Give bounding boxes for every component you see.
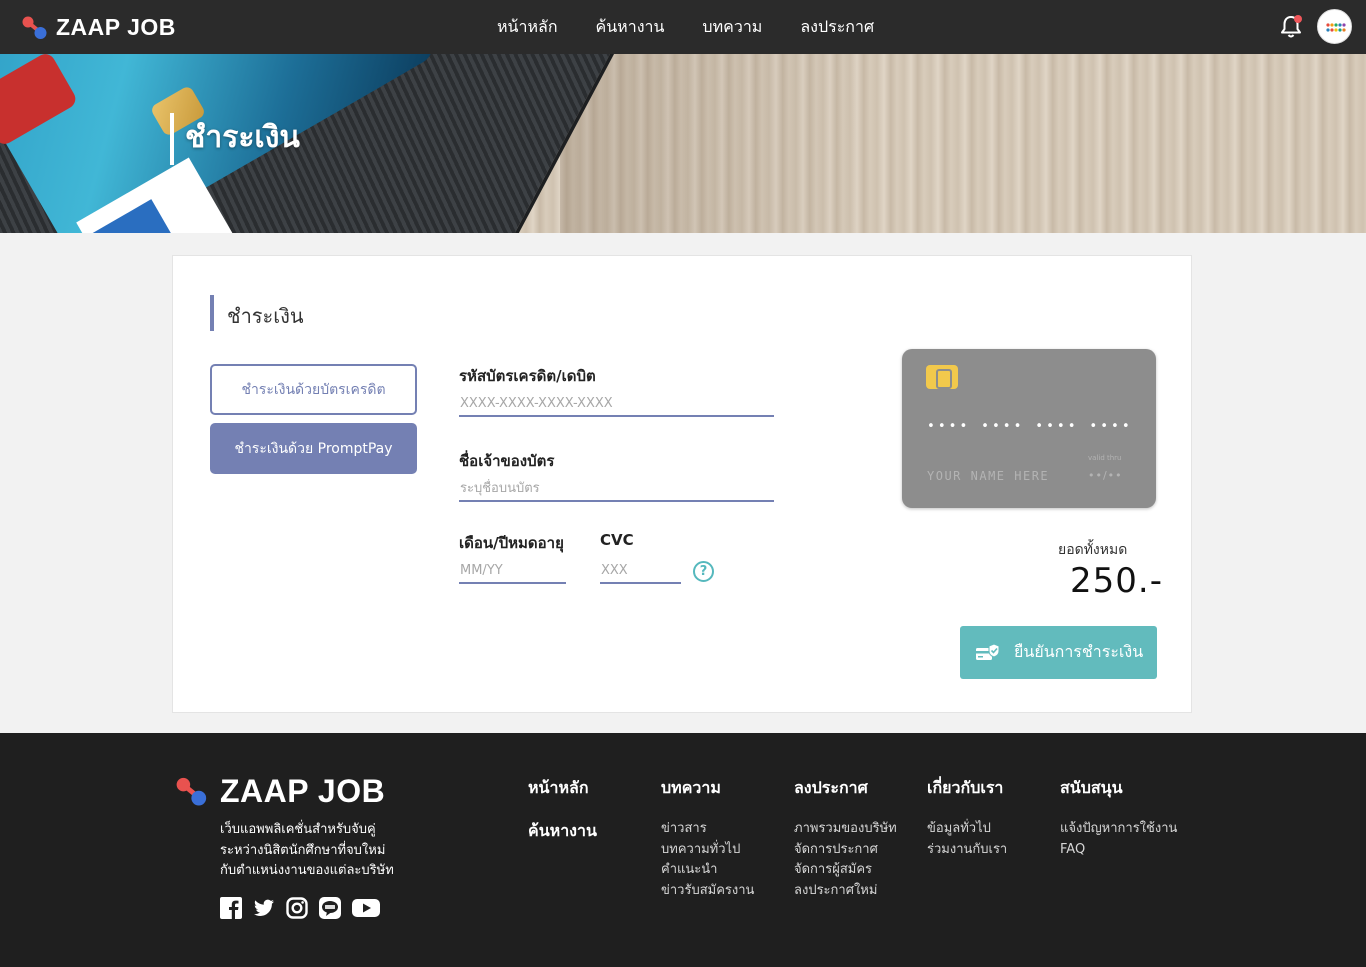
section-title-bar xyxy=(210,295,214,331)
footer-link[interactable]: จัดการประกาศ xyxy=(794,840,897,861)
footer-description: เว็บแอพพลิเคชั่นสำหรับจับคู่ ระหว่างนิสิ… xyxy=(220,820,450,882)
footer-brand[interactable]: ZAAP JOB xyxy=(176,773,385,810)
footer-link[interactable]: ภาพรวมของบริษัท xyxy=(794,819,897,840)
social-links xyxy=(220,897,391,919)
footer-col-main: หน้าหลัก ค้นหางาน xyxy=(528,776,597,862)
payment-shield-icon xyxy=(976,642,1000,660)
footer-col-heading[interactable]: บทความ xyxy=(661,776,754,801)
footer-col-articles: บทความ ข่าวสาร บทความทั่วไป คำแนะนำ ข่าว… xyxy=(661,776,754,901)
hero-banner: ชำระเงิน xyxy=(0,54,1366,233)
card-preview-valid: ••/•• xyxy=(1088,469,1123,482)
footer-col-about: เกี่ยวกับเรา ข้อมูลทั่วไป ร่วมงานกับเรา xyxy=(927,776,1007,860)
nav-item-articles[interactable]: บทความ xyxy=(702,15,762,40)
facebook-icon[interactable] xyxy=(220,897,242,919)
footer-link[interactable]: ข่าวสาร xyxy=(661,819,754,840)
cvc-label: CVC xyxy=(600,531,634,549)
zaap-logo-icon xyxy=(176,777,207,806)
total-label: ยอดทั้งหมด xyxy=(1058,542,1128,558)
footer-link-find-job[interactable]: ค้นหางาน xyxy=(528,819,597,844)
credit-card-preview: •••• •••• •••• •••• YOUR NAME HERE valid… xyxy=(902,349,1156,508)
card-number-label: รหัสบัตรเครดิต/เดบิต xyxy=(459,367,596,385)
footer-brand-name: ZAAP JOB xyxy=(220,773,386,809)
payment-panel: ชำระเงิน ชำระเงินด้วยบัตรเครดิต ชำระเงิน… xyxy=(172,255,1192,713)
footer-link[interactable]: ข่าวรับสมัครงาน xyxy=(661,881,754,902)
footer-link[interactable]: คำแนะนำ xyxy=(661,860,754,881)
instagram-icon[interactable] xyxy=(286,897,308,919)
card-number-input[interactable] xyxy=(459,394,774,417)
card-preview-name: YOUR NAME HERE xyxy=(927,469,1050,483)
cvc-help-icon[interactable]: ? xyxy=(693,561,714,582)
total-amount: 250.- xyxy=(1070,561,1163,601)
hero-title-bar xyxy=(170,113,174,165)
card-holder-label: ชื่อเจ้าของบัตร xyxy=(459,452,555,470)
footer-link[interactable]: จัดการผู้สมัคร xyxy=(794,860,897,881)
footer-link[interactable]: FAQ xyxy=(1060,840,1177,861)
nav-item-post-job[interactable]: ลงประกาศ xyxy=(800,15,874,40)
expiry-input[interactable] xyxy=(459,561,566,584)
line-icon[interactable] xyxy=(319,897,341,919)
footer: ZAAP JOB เว็บแอพพลิเคชั่นสำหรับจับคู่ ระ… xyxy=(0,733,1366,967)
card-preview-number: •••• •••• •••• •••• xyxy=(927,419,1133,434)
top-navbar: ZAAP JOB หน้าหลัก ค้นหางาน บทความ ลงประก… xyxy=(0,0,1366,54)
pay-with-promptpay-button[interactable]: ชำระเงินด้วย PromptPay xyxy=(210,423,417,474)
confirm-payment-button[interactable]: ยืนยันการชำระเงิน xyxy=(960,626,1157,679)
card-holder-input[interactable] xyxy=(459,479,774,502)
footer-col-heading[interactable]: ลงประกาศ xyxy=(794,776,897,801)
main-nav: หน้าหลัก ค้นหางาน บทความ ลงประกาศ xyxy=(497,15,912,40)
footer-link-home[interactable]: หน้าหลัก xyxy=(528,776,597,801)
expiry-label: เดือน/ปีหมดอายุ xyxy=(459,534,564,552)
footer-description-line: กับตำแหน่งงานของแต่ละบริษัท xyxy=(220,863,394,878)
brand-name: ZAAP JOB xyxy=(56,14,176,40)
zaap-logo-icon xyxy=(22,16,47,39)
youtube-icon[interactable] xyxy=(352,897,380,919)
footer-link[interactable]: ลงประกาศใหม่ xyxy=(794,881,897,902)
card-chip-icon xyxy=(926,365,958,389)
nav-item-home[interactable]: หน้าหลัก xyxy=(497,15,558,40)
card-preview-valid-label: valid thru xyxy=(1088,454,1122,462)
footer-link[interactable]: แจ้งปัญหาการใช้งาน xyxy=(1060,819,1177,840)
twitter-icon[interactable] xyxy=(253,897,275,919)
footer-col-post: ลงประกาศ ภาพรวมของบริษัท จัดการประกาศ จั… xyxy=(794,776,897,901)
hero-title: ชำระเงิน xyxy=(185,120,300,155)
footer-link[interactable]: ร่วมงานกับเรา xyxy=(927,840,1007,861)
footer-link[interactable]: ข้อมูลทั่วไป xyxy=(927,819,1007,840)
notification-dot xyxy=(1294,15,1302,23)
cvc-input[interactable] xyxy=(600,561,681,584)
brand-logo[interactable]: ZAAP JOB xyxy=(22,14,176,41)
footer-description-line: เว็บแอพพลิเคชั่นสำหรับจับคู่ xyxy=(220,822,376,837)
wood-background xyxy=(560,54,1366,233)
nav-item-find-job[interactable]: ค้นหางาน xyxy=(596,15,665,40)
footer-col-heading[interactable]: เกี่ยวกับเรา xyxy=(927,776,1007,801)
section-title: ชำระเงิน xyxy=(227,304,304,328)
footer-col-heading[interactable]: สนับสนุน xyxy=(1060,776,1177,801)
pay-with-card-button[interactable]: ชำระเงินด้วยบัตรเครดิต xyxy=(210,364,417,415)
notification-bell-icon[interactable] xyxy=(1278,14,1304,40)
footer-description-line: ระหว่างนิสิตนักศึกษาที่จบใหม่ xyxy=(220,842,386,858)
user-avatar[interactable] xyxy=(1317,9,1352,44)
confirm-payment-label: ยืนยันการชำระเงิน xyxy=(1014,642,1144,661)
footer-link[interactable]: บทความทั่วไป xyxy=(661,840,754,861)
footer-col-support: สนับสนุน แจ้งปัญหาการใช้งาน FAQ xyxy=(1060,776,1177,860)
